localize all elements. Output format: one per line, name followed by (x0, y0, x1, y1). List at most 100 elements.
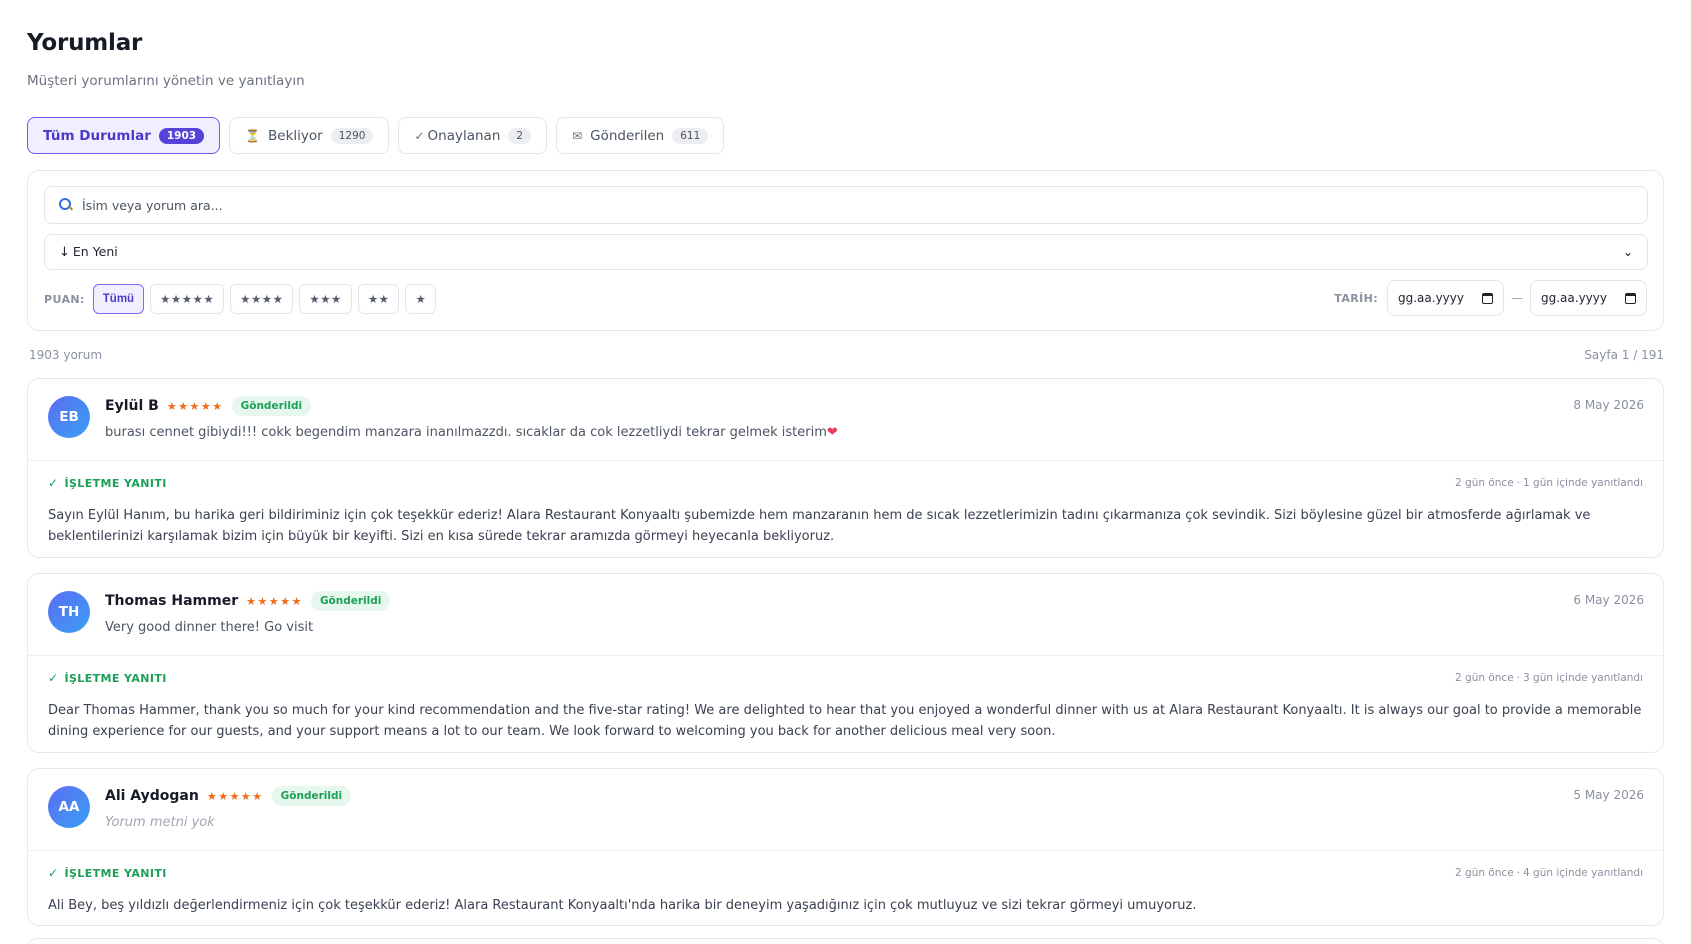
tab-all-statuses[interactable]: Tüm Durumlar 1903 (27, 117, 221, 154)
tab-label: Onaylanan (427, 127, 501, 144)
tab-pending[interactable]: ⏳ Bekliyor 1290 (229, 117, 390, 154)
tab-count: 611 (672, 127, 709, 144)
hourglass-icon: ⏳ (245, 128, 261, 143)
rating-5-button[interactable]: ★★★★★ (150, 284, 225, 314)
status-badge: Gönderildi (310, 591, 391, 611)
tab-label: Bekliyor (268, 127, 323, 144)
status-badge: Gönderildi (271, 786, 352, 806)
review-count: 1903 yorum (29, 348, 103, 362)
rating-filter-label: PUAN: (44, 292, 85, 306)
page-subtitle: Müşteri yorumlarını yönetin ve yanıtlayı… (27, 73, 305, 89)
calendar-icon[interactable] (1625, 292, 1636, 304)
reply-text: Dear Thomas Hammer, thank you so much fo… (48, 703, 1642, 739)
reply-label: İŞLETME YANITI (64, 671, 167, 685)
reply-ago: 2 gün önce (1455, 477, 1514, 489)
heart-icon: ❤ (826, 425, 838, 440)
review-card: TH Thomas Hammer ★★★★★ Gönderildi 6 May … (27, 573, 1664, 753)
rating-4-button[interactable]: ★★★★ (230, 284, 294, 314)
status-tabs: Tüm Durumlar 1903 ⏳ Bekliyor 1290 ✓ Onay… (27, 117, 725, 154)
reply-label-wrap: ✓ İŞLETME YANITI (48, 476, 167, 490)
filter-panel: ↓En Yeni ⌄ PUAN: Tümü ★★★★★ ★★★★ ★★★ ★★ … (27, 170, 1664, 331)
review-date: 8 May 2026 (1573, 398, 1644, 412)
rating-filter: PUAN: Tümü ★★★★★ ★★★★ ★★★ ★★ ★ (44, 284, 437, 314)
reply-header: ✓ İŞLETME YANITI 2 gün önce · 4 gün içinde… (48, 851, 1643, 895)
check-icon: ✓ (48, 671, 59, 685)
date-separator: — (1511, 291, 1523, 305)
reply-response-time: 4 gün içinde yanıtlandı (1523, 867, 1643, 879)
date-filter: TARİH: gg.aa.yyyy — gg.aa.yyyy (1334, 280, 1647, 316)
review-body: AA Ali Aydogan ★★★★★ Gönderildi 5 May 20… (28, 769, 1663, 851)
calendar-icon[interactable] (1482, 292, 1493, 304)
business-reply: ✓ İŞLETME YANITI 2 gün önce · 1 gün içinde… (28, 461, 1663, 557)
search-input[interactable] (82, 197, 1482, 213)
sort-value-wrap: ↓ En Yeni (59, 244, 118, 260)
reply-meta: 2 gün önce · 3 gün içinde yanıtlandı (1455, 672, 1643, 684)
review-header: Thomas Hammer ★★★★★ Gönderildi (105, 591, 391, 611)
arrow-down-icon: ↓ (59, 245, 70, 260)
rating-all-button[interactable]: Tümü (92, 284, 145, 314)
review-card: EB Eylül B ★★★★★ Gönderildi 8 May 2026 b… (27, 378, 1664, 558)
reply-label: İŞLETME YANITI (64, 476, 167, 490)
tab-label: Tüm Durumlar (43, 127, 151, 144)
reviewer-name: Thomas Hammer (105, 593, 239, 609)
chevron-down-icon: ⌄ (1622, 245, 1633, 259)
check-icon: ✓ (48, 866, 59, 880)
review-header: Ali Aydogan ★★★★★ Gönderildi (105, 786, 352, 806)
tab-count: 1903 (158, 127, 205, 144)
avatar: EB (48, 396, 90, 438)
review-text: Yorum metni yok (105, 815, 215, 830)
reply-label-wrap: ✓ İŞLETME YANITI (48, 671, 167, 685)
check-icon: ✓ (414, 128, 425, 143)
page-indicator: Sayfa 1 / 191 (1584, 348, 1664, 362)
page-title: Yorumlar (27, 30, 143, 56)
reply-header: ✓ İŞLETME YANITI 2 gün önce · 3 gün içinde… (48, 656, 1643, 700)
reply-meta: 2 gün önce · 1 gün içinde yanıtlandı (1455, 477, 1643, 489)
date-from-input[interactable]: gg.aa.yyyy (1387, 280, 1504, 316)
status-badge: Gönderildi (231, 396, 312, 416)
search-box[interactable] (44, 186, 1648, 224)
date-to-input[interactable]: gg.aa.yyyy (1530, 280, 1647, 316)
star-rating: ★★★★★ (166, 399, 224, 413)
review-card: AA Ali Aydogan ★★★★★ Gönderildi 5 May 20… (27, 768, 1664, 926)
review-body: EB Eylül B ★★★★★ Gönderildi 8 May 2026 b… (28, 379, 1663, 461)
rating-1-button[interactable]: ★ (405, 284, 437, 314)
reply-text: Sayın Eylül Hanım, bu harika geri bildir… (48, 508, 1591, 544)
reply-ago: 2 gün önce (1455, 672, 1514, 684)
reply-meta: 2 gün önce · 4 gün içinde yanıtlandı (1455, 867, 1643, 879)
search-icon (59, 198, 73, 212)
review-body: TH Thomas Hammer ★★★★★ Gönderildi 6 May … (28, 574, 1663, 656)
business-reply: ✓ İŞLETME YANITI 2 gün önce · 3 gün içinde… (28, 656, 1663, 752)
tab-label: Gönderilen (590, 127, 665, 144)
sort-select[interactable]: ↓ En Yeni ⌄ (44, 234, 1648, 270)
star-rating: ★★★★★ (206, 789, 264, 803)
tab-approved[interactable]: ✓ Onaylanan 2 (398, 117, 548, 154)
review-text-wrap: burası cennet gibiydi!!! cokk begendim m… (105, 425, 838, 440)
review-card (27, 938, 1664, 944)
reviewer-name: Ali Aydogan (105, 788, 199, 804)
review-date: 6 May 2026 (1573, 593, 1644, 607)
business-reply: ✓ İŞLETME YANITI 2 gün önce · 4 gün içinde… (28, 851, 1663, 925)
reply-label: İŞLETME YANITI (64, 866, 167, 880)
reply-header: ✓ İŞLETME YANITI 2 gün önce · 1 gün içinde… (48, 461, 1643, 505)
tab-sent[interactable]: ✉ Gönderilen 611 (556, 117, 725, 154)
rating-3-button[interactable]: ★★★ (299, 284, 352, 314)
reply-text: Ali Bey, beş yıldızlı değerlendirmeniz i… (48, 898, 1197, 913)
date-to-placeholder: gg.aa.yyyy (1541, 291, 1607, 305)
reply-response-time: 1 gün içinde yanıtlandı (1523, 477, 1643, 489)
reviews-page: Yorumlar Müşteri yorumlarını yönetin ve … (0, 0, 1691, 944)
reply-ago: 2 gün önce (1455, 867, 1514, 879)
sort-value: En Yeni (72, 244, 118, 259)
date-filter-label: TARİH: (1334, 291, 1378, 305)
rating-2-button[interactable]: ★★ (357, 284, 400, 314)
star-rating: ★★★★★ (246, 594, 303, 608)
tab-count: 2 (508, 127, 532, 144)
review-header: Eylül B ★★★★★ Gönderildi (105, 396, 312, 416)
review-date: 5 May 2026 (1573, 788, 1644, 802)
reply-response-time: 3 gün içinde yanıtlandı (1523, 672, 1643, 684)
review-text: burası cennet gibiydi!!! cokk begendim m… (105, 425, 827, 440)
date-from-placeholder: gg.aa.yyyy (1398, 291, 1464, 305)
avatar: TH (48, 591, 90, 633)
check-icon: ✓ (48, 476, 59, 490)
review-text: Very good dinner there! Go visit (105, 620, 314, 635)
tab-count: 1290 (330, 127, 374, 144)
